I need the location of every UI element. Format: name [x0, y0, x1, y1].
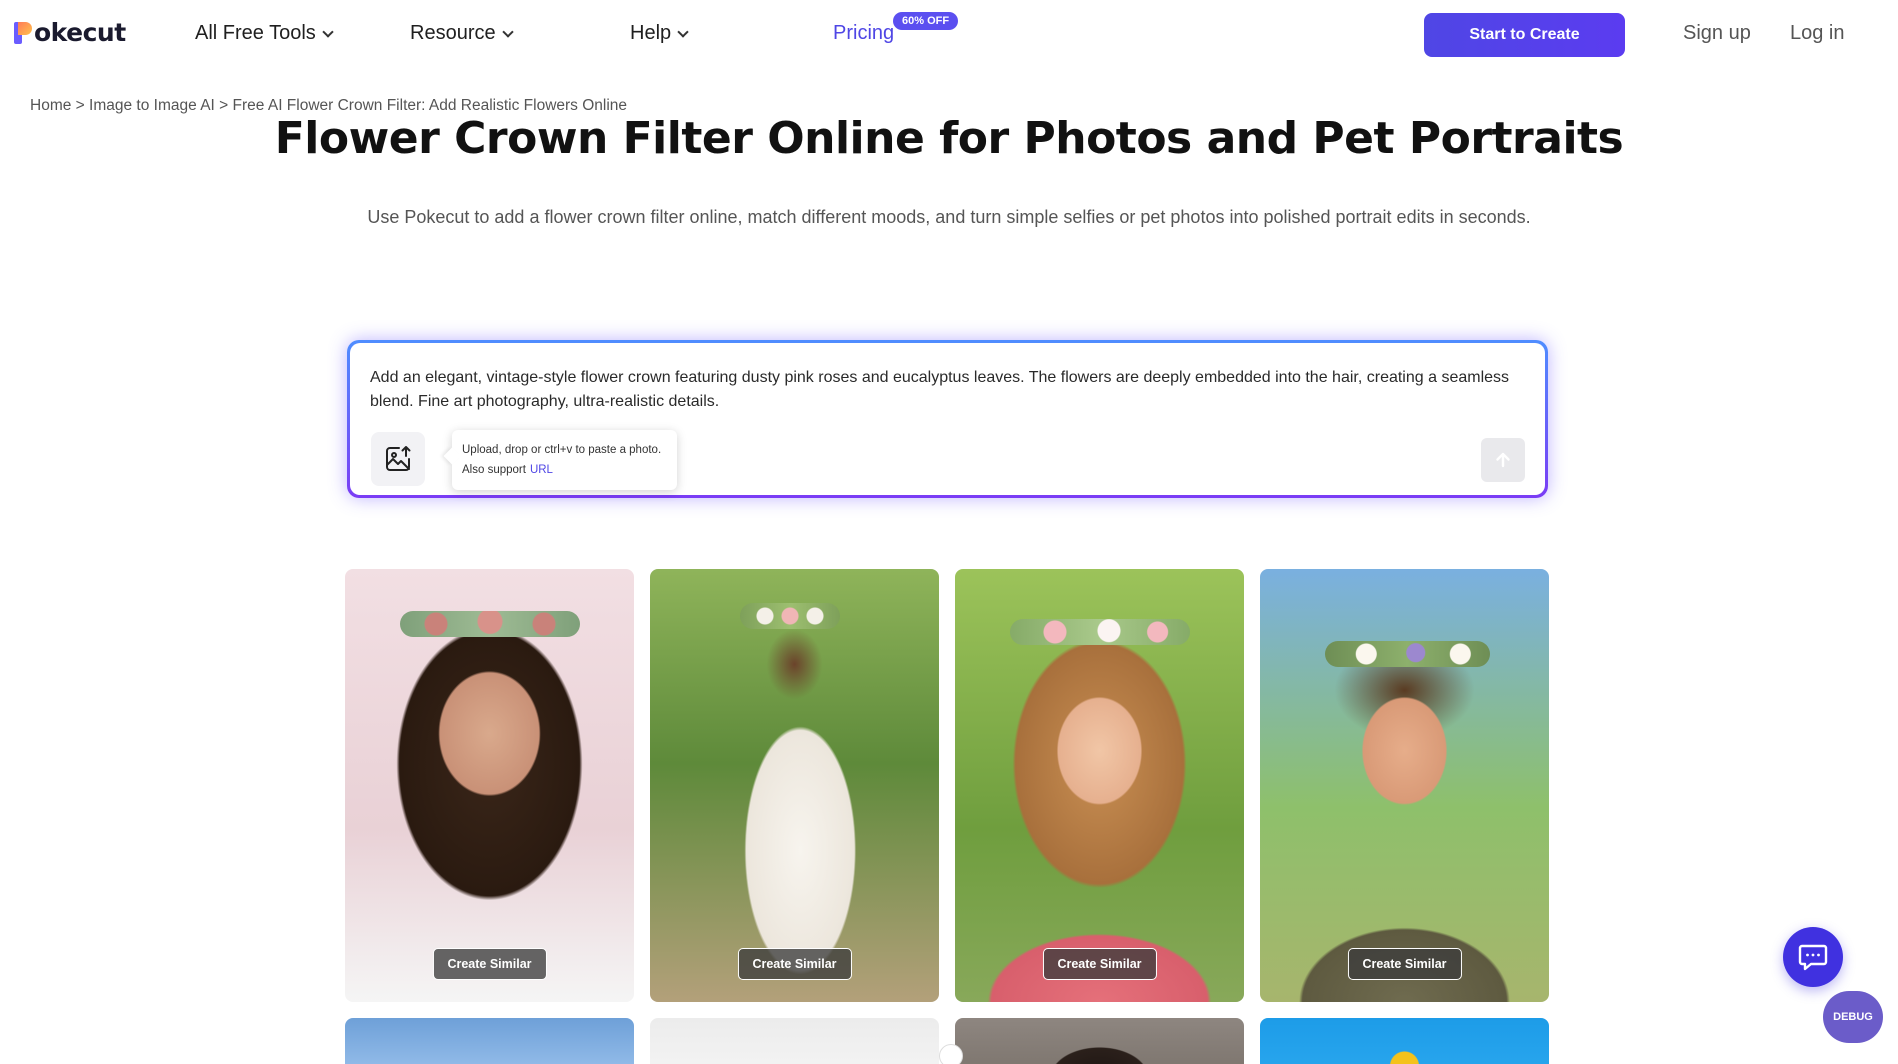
gallery-card[interactable]: Create Similar [650, 569, 939, 1002]
logo-icon [14, 20, 34, 46]
logo-text: okecut [34, 18, 126, 47]
tooltip-url-link[interactable]: URL [530, 464, 553, 476]
gallery-card[interactable] [955, 1018, 1244, 1064]
flower-crown-graphic [400, 611, 580, 637]
nav-pricing[interactable]: Pricing [833, 22, 894, 45]
tooltip-also-support: Also support [462, 464, 526, 476]
gallery-card[interactable]: Create Similar [345, 569, 634, 1002]
nav-label: Resource [410, 22, 496, 44]
flower-crown-graphic [740, 603, 840, 629]
create-similar-button[interactable]: Create Similar [1347, 948, 1462, 980]
logo[interactable]: okecut [14, 18, 126, 47]
debug-button[interactable]: DEBUG [1823, 991, 1883, 1043]
nav-label: Pricing [833, 22, 895, 44]
site-header: okecut All Free Tools Resource Help Pric… [0, 0, 1898, 70]
breadcrumb-parent[interactable]: Image to Image AI [89, 97, 215, 114]
gallery-card[interactable]: Create Similar [955, 569, 1244, 1002]
tooltip-line2: Also support URL [462, 460, 667, 480]
flower-crown-graphic [1325, 641, 1490, 667]
chat-icon [1798, 944, 1828, 971]
nav-help[interactable]: Help [630, 22, 689, 45]
page-title: Flower Crown Filter Online for Photos an… [274, 113, 1624, 164]
chat-support-button[interactable] [1783, 927, 1843, 987]
gallery-card[interactable]: Create Similar [1260, 569, 1549, 1002]
gallery-card[interactable] [650, 1018, 939, 1064]
tooltip-line1: Upload, drop or ctrl+v to paste a photo. [462, 444, 662, 456]
create-similar-button[interactable]: Create Similar [737, 948, 852, 980]
breadcrumb-separator: > [75, 97, 85, 114]
image-upload-icon [386, 446, 411, 471]
example-photo [1260, 569, 1549, 1002]
breadcrumb-separator: > [219, 97, 229, 114]
create-similar-button[interactable]: Create Similar [432, 948, 547, 980]
breadcrumb-current: Free AI Flower Crown Filter: Add Realist… [232, 97, 628, 114]
sign-up-link[interactable]: Sign up [1683, 22, 1751, 45]
gallery-card[interactable] [1260, 1018, 1549, 1064]
upload-tooltip: Upload, drop or ctrl+v to paste a photo.… [452, 430, 677, 490]
nav-label: All Free Tools [195, 22, 316, 44]
scroll-indicator[interactable] [939, 1044, 963, 1064]
start-to-create-button[interactable]: Start to Create [1424, 13, 1625, 57]
prompt-textarea[interactable]: Add an elegant, vintage-style flower cro… [370, 366, 1530, 414]
nav-label: Help [630, 22, 672, 44]
arrow-up-icon [1496, 452, 1510, 468]
breadcrumb-home[interactable]: Home [30, 97, 71, 114]
chevron-down-icon [501, 25, 514, 38]
nav-resource[interactable]: Resource [410, 22, 514, 45]
gallery-card[interactable] [345, 1018, 634, 1064]
create-similar-button[interactable]: Create Similar [1042, 948, 1157, 980]
upload-image-button[interactable] [371, 432, 425, 486]
chevron-down-icon [677, 25, 689, 38]
log-in-link[interactable]: Log in [1790, 22, 1845, 45]
send-button[interactable] [1481, 438, 1525, 482]
prompt-box: Add an elegant, vintage-style flower cro… [347, 340, 1548, 498]
example-photo [650, 569, 939, 1002]
page-subtitle: Use Pokecut to add a flower crown filter… [367, 207, 1531, 227]
chevron-down-icon [322, 25, 334, 38]
discount-badge: 60% OFF [893, 12, 959, 30]
nav-all-free-tools[interactable]: All Free Tools [195, 22, 334, 45]
flower-crown-graphic [1010, 619, 1190, 645]
prompt-inner: Add an elegant, vintage-style flower cro… [350, 343, 1545, 495]
